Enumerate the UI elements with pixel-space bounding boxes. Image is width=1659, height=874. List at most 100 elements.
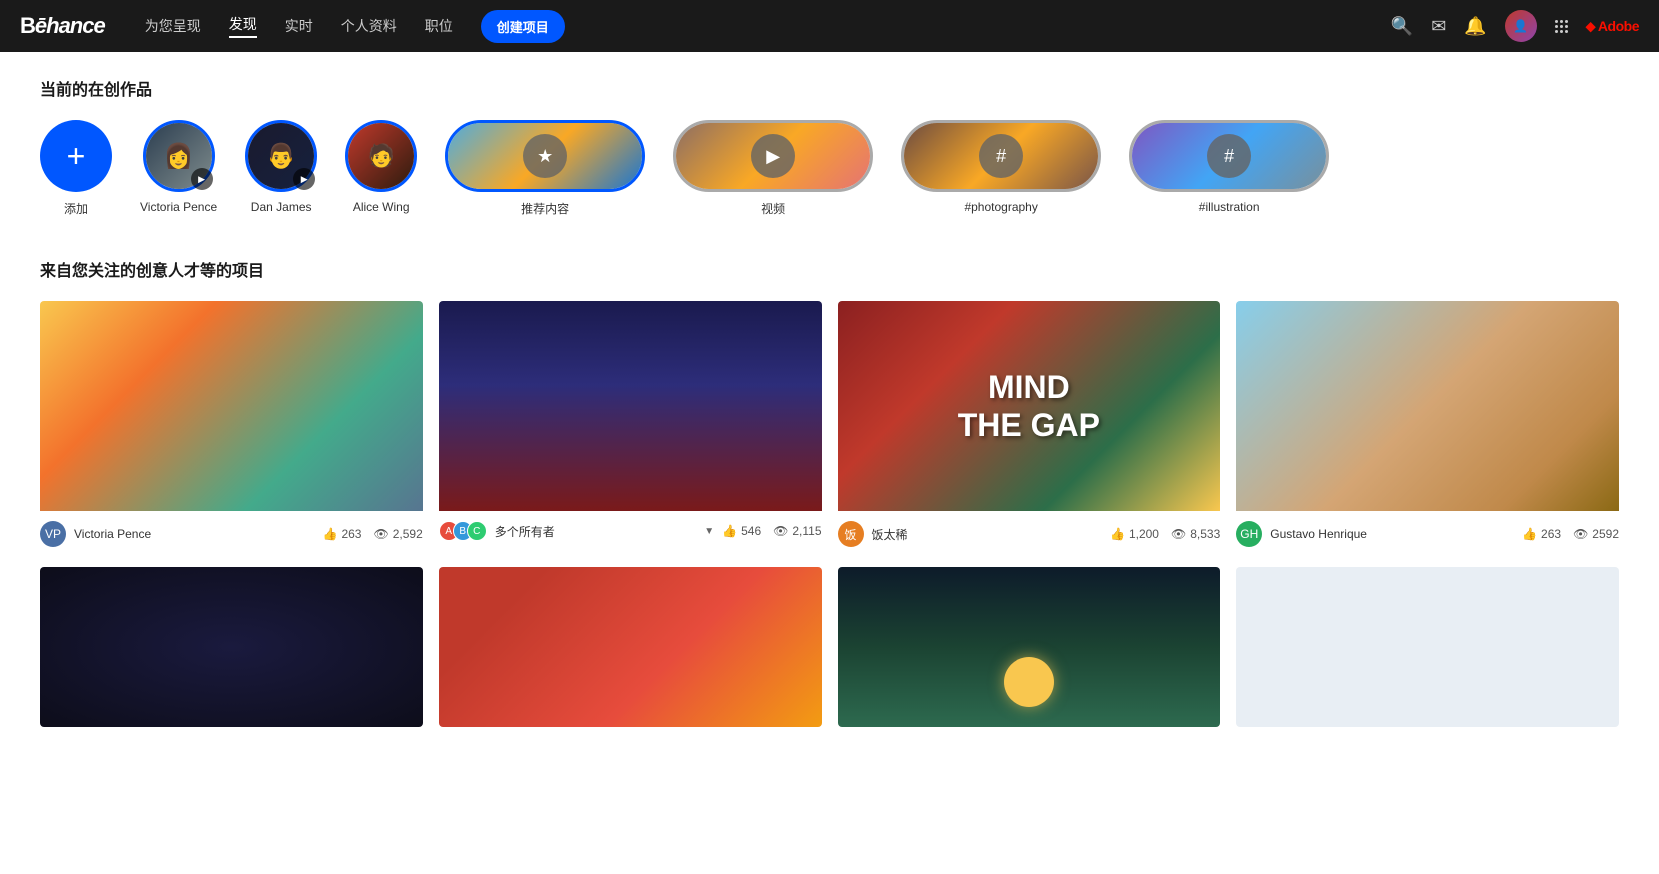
- story-circle-victoria-wrapper: 👩 ▶: [143, 120, 215, 192]
- project-author-2: 多个所有者: [495, 523, 696, 540]
- projects-grid: VP Victoria Pence 👍 263 👁 2,592: [40, 301, 1619, 551]
- project-meta-3: 饭 饭太稀 👍 1,200 👁 8,533: [838, 511, 1221, 551]
- views-stat-2: 👁 2,115: [773, 524, 821, 538]
- views-stat-1: 👁 2,592: [373, 527, 422, 541]
- create-project-button[interactable]: 创建项目: [481, 10, 565, 43]
- story-item-add[interactable]: + 添加: [40, 120, 112, 217]
- play-icon: ▶: [751, 134, 795, 178]
- story-label-add: 添加: [64, 200, 88, 217]
- story-label-victoria: Victoria Pence: [140, 200, 217, 214]
- play-badge-victoria: ▶: [191, 168, 213, 190]
- apps-icon[interactable]: [1555, 20, 1568, 33]
- views-stat-4: 👁 2592: [1573, 527, 1619, 541]
- story-item-dan[interactable]: 👨 ▶ Dan James: [245, 120, 317, 214]
- nav-link-live[interactable]: 实时: [285, 16, 313, 36]
- story-item-alice[interactable]: 🧑 Alice Wing: [345, 120, 417, 214]
- story-label-photography: #photography: [964, 200, 1037, 214]
- story-label-illustration: #illustration: [1199, 200, 1260, 214]
- story-item-video[interactable]: ▶ 视频: [673, 120, 873, 217]
- avatar[interactable]: 👤: [1505, 10, 1537, 42]
- project-thumb-6: [439, 567, 822, 727]
- project-author-avatar-1: VP: [40, 521, 66, 547]
- views-count-1: 2,592: [393, 527, 423, 541]
- stories-title: 当前的在创作品: [40, 76, 1619, 100]
- mini-avatar-3: C: [467, 521, 487, 541]
- project-card-2[interactable]: A B C 多个所有者 ▼ 👍 546 👁: [439, 301, 822, 551]
- story-label-dan: Dan James: [251, 200, 312, 214]
- thumbs-up-icon-1: 👍: [323, 527, 338, 541]
- eye-icon-3: 👁: [1171, 527, 1186, 541]
- search-icon[interactable]: 🔍: [1391, 16, 1413, 37]
- likes-stat-1: 👍 263: [323, 527, 362, 541]
- bell-icon[interactable]: 🔔: [1464, 16, 1486, 37]
- project-card-3[interactable]: MINDTHE GAP 饭 饭太稀 👍 1,200 👁 8,533: [838, 301, 1221, 551]
- story-label-alice: Alice Wing: [353, 200, 410, 214]
- project-card-5[interactable]: [40, 567, 423, 727]
- story-item-photography[interactable]: # #photography: [901, 120, 1101, 214]
- thumbs-up-icon-3: 👍: [1110, 527, 1125, 541]
- projects-section: 来自您关注的创意人才等的项目 VP Victoria Pence 👍 263: [0, 227, 1659, 737]
- nav-link-jobs[interactable]: 职位: [425, 16, 453, 36]
- project-card-7[interactable]: [838, 567, 1221, 727]
- nav-link-discover[interactable]: 发现: [229, 14, 257, 38]
- dropdown-arrow[interactable]: ▼: [704, 526, 714, 537]
- story-collage-illustration: #: [1129, 120, 1329, 192]
- views-count-2: 2,115: [792, 524, 821, 538]
- project-thumb-8: [1236, 567, 1619, 727]
- likes-count-1: 263: [341, 527, 361, 541]
- add-story-circle[interactable]: +: [40, 120, 112, 192]
- project-card-6[interactable]: [439, 567, 822, 727]
- story-label-video: 视频: [761, 200, 785, 217]
- project-thumb-7: [838, 567, 1221, 727]
- story-label-recommended: 推荐内容: [521, 200, 569, 217]
- likes-count-3: 1,200: [1129, 527, 1159, 541]
- mind-the-gap-text: MINDTHE GAP: [958, 368, 1100, 445]
- hashtag-icon-photography: #: [979, 134, 1023, 178]
- mail-icon[interactable]: ✉: [1431, 16, 1446, 37]
- project-stats-4: 👍 263 👁 2592: [1522, 527, 1619, 541]
- project-author-avatar-3: 饭: [838, 521, 864, 547]
- story-circle-alice: 🧑: [345, 120, 417, 192]
- project-thumb-3: MINDTHE GAP: [838, 301, 1221, 511]
- story-collage-video: ▶: [673, 120, 873, 192]
- stories-section: 当前的在创作品 + 添加 👩 ▶ Victoria Pence: [0, 52, 1659, 227]
- eye-icon-1: 👁: [373, 527, 388, 541]
- project-meta-4: GH Gustavo Henrique 👍 263 👁 2592: [1236, 511, 1619, 551]
- project-author-1: Victoria Pence: [74, 527, 315, 541]
- project-card-8[interactable]: [1236, 567, 1619, 727]
- likes-count-2: 546: [741, 524, 761, 538]
- project-thumb-1: [40, 301, 423, 511]
- star-icon: ★: [523, 134, 567, 178]
- hashtag-icon-illustration: #: [1207, 134, 1251, 178]
- story-item-victoria[interactable]: 👩 ▶ Victoria Pence: [140, 120, 217, 214]
- eye-icon-4: 👁: [1573, 527, 1588, 541]
- project-card-4[interactable]: GH Gustavo Henrique 👍 263 👁 2592: [1236, 301, 1619, 551]
- story-item-recommended[interactable]: ★ 推荐内容: [445, 120, 645, 217]
- story-item-illustration[interactable]: # #illustration: [1129, 120, 1329, 214]
- moon-art: [1004, 657, 1054, 707]
- project-card-1[interactable]: VP Victoria Pence 👍 263 👁 2,592: [40, 301, 423, 551]
- project-stats-1: 👍 263 👁 2,592: [323, 527, 423, 541]
- adobe-icon: ⬥ Adobe: [1586, 18, 1639, 35]
- multi-owner: A B C: [439, 521, 487, 541]
- story-collage-recommended: ★: [445, 120, 645, 192]
- nav-link-recommend[interactable]: 为您呈现: [145, 16, 201, 36]
- likes-stat-3: 👍 1,200: [1110, 527, 1159, 541]
- nav-icon-group: 🔍 ✉ 🔔 👤 ⬥ Adobe: [1391, 10, 1639, 42]
- stories-row: + 添加 👩 ▶ Victoria Pence 👨: [40, 120, 1619, 217]
- views-count-3: 8,533: [1190, 527, 1220, 541]
- navbar: Bēhance 为您呈现 发现 实时 个人资料 职位 创建项目 🔍 ✉ 🔔 👤 …: [0, 0, 1659, 52]
- thumbs-up-icon-4: 👍: [1522, 527, 1537, 541]
- project-stats-2: 👍 546 👁 2,115: [722, 524, 821, 538]
- projects-row2: [40, 567, 1619, 727]
- nav-links: 为您呈现 发现 实时 个人资料 职位 创建项目: [145, 10, 1367, 43]
- projects-title: 来自您关注的创意人才等的项目: [40, 257, 1619, 281]
- eye-icon-2: 👁: [773, 524, 788, 538]
- nav-link-profile[interactable]: 个人资料: [341, 16, 397, 36]
- plus-icon: +: [67, 140, 86, 172]
- likes-stat-2: 👍 546: [722, 524, 761, 538]
- thumbs-up-icon-2: 👍: [722, 524, 737, 538]
- play-badge-dan: ▶: [293, 168, 315, 190]
- project-thumb-5: [40, 567, 423, 727]
- project-stats-3: 👍 1,200 👁 8,533: [1110, 527, 1220, 541]
